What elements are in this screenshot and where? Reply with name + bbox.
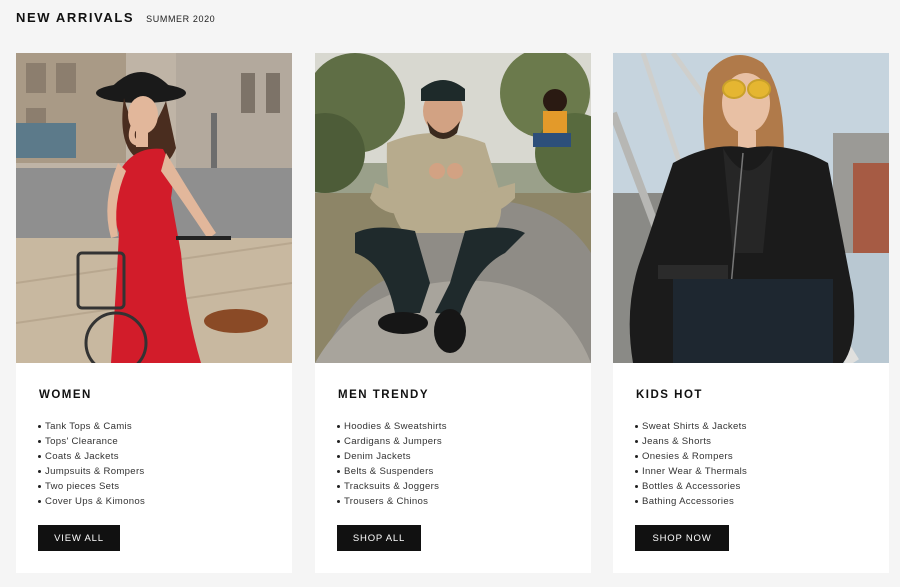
bullet-icon <box>635 485 638 488</box>
list-item[interactable]: Inner Wear & Thermals <box>635 464 747 479</box>
kids-photo-image <box>613 53 889 363</box>
card-heading: MEN TRENDY <box>338 389 430 401</box>
list-item[interactable]: Tank Tops & Camis <box>38 419 145 434</box>
list-item[interactable]: Two pieces Sets <box>38 479 145 494</box>
list-item[interactable]: Onesies & Rompers <box>635 449 747 464</box>
bullet-icon <box>635 425 638 428</box>
list-item-label[interactable]: Trousers & Chinos <box>344 494 428 509</box>
bullet-icon <box>635 470 638 473</box>
list-item[interactable]: Belts & Suspenders <box>337 464 447 479</box>
list-item-label[interactable]: Sweat Shirts & Jackets <box>642 419 747 434</box>
list-item-label[interactable]: Hoodies & Sweatshirts <box>344 419 447 434</box>
list-item-label[interactable]: Tops' Clearance <box>45 434 118 449</box>
list-item[interactable]: Jeans & Shorts <box>635 434 747 449</box>
bullet-icon <box>38 485 41 488</box>
list-item-label[interactable]: Cover Ups & Kimonos <box>45 494 145 509</box>
list-item[interactable]: Coats & Jackets <box>38 449 145 464</box>
list-item[interactable]: Cover Ups & Kimonos <box>38 494 145 509</box>
list-item-label[interactable]: Two pieces Sets <box>45 479 119 494</box>
view-all-button[interactable]: VIEW ALL <box>38 525 120 551</box>
list-item[interactable]: Cardigans & Jumpers <box>337 434 447 449</box>
bullet-icon <box>337 485 340 488</box>
men-photo[interactable] <box>315 53 591 363</box>
list-item[interactable]: Denim Jackets <box>337 449 447 464</box>
bullet-icon <box>337 455 340 458</box>
list-item-label[interactable]: Tracksuits & Joggers <box>344 479 439 494</box>
list-item[interactable]: Trousers & Chinos <box>337 494 447 509</box>
bullet-icon <box>635 455 638 458</box>
list-item[interactable]: Bathing Accessories <box>635 494 747 509</box>
list-item-label[interactable]: Tank Tops & Camis <box>45 419 132 434</box>
list-item[interactable]: Tracksuits & Joggers <box>337 479 447 494</box>
bullet-icon <box>337 425 340 428</box>
shop-all-button[interactable]: SHOP ALL <box>337 525 421 551</box>
women-photo-image <box>16 53 292 363</box>
bullet-icon <box>635 500 638 503</box>
category-card-women: WOMEN Tank Tops & Camis Tops' Clearance … <box>16 53 292 573</box>
list-item-label[interactable]: Jeans & Shorts <box>642 434 711 449</box>
bullet-icon <box>38 455 41 458</box>
category-card-men: MEN TRENDY Hoodies & Sweatshirts Cardiga… <box>315 53 591 573</box>
bullet-icon <box>337 470 340 473</box>
category-card-kids: KIDS HOT Sweat Shirts & Jackets Jeans & … <box>613 53 889 573</box>
kids-photo[interactable] <box>613 53 889 363</box>
bullet-icon <box>38 425 41 428</box>
list-item-label[interactable]: Bathing Accessories <box>642 494 734 509</box>
section-title: NEW ARRIVALS <box>16 10 135 25</box>
category-list: Sweat Shirts & Jackets Jeans & Shorts On… <box>635 419 747 509</box>
list-item-label[interactable]: Cardigans & Jumpers <box>344 434 442 449</box>
list-item[interactable]: Hoodies & Sweatshirts <box>337 419 447 434</box>
section-subtitle: SUMMER 2020 <box>146 14 216 24</box>
list-item-label[interactable]: Jumpsuits & Rompers <box>45 464 145 479</box>
card-heading: WOMEN <box>39 389 92 401</box>
women-photo[interactable] <box>16 53 292 363</box>
category-list: Hoodies & Sweatshirts Cardigans & Jumper… <box>337 419 447 509</box>
list-item[interactable]: Jumpsuits & Rompers <box>38 464 145 479</box>
list-item[interactable]: Sweat Shirts & Jackets <box>635 419 747 434</box>
list-item-label[interactable]: Denim Jackets <box>344 449 411 464</box>
shop-now-button[interactable]: SHOP NOW <box>635 525 729 551</box>
list-item-label[interactable]: Coats & Jackets <box>45 449 119 464</box>
bullet-icon <box>337 500 340 503</box>
section-header: NEW ARRIVALS SUMMER 2020 <box>16 10 215 30</box>
bullet-icon <box>337 440 340 443</box>
list-item-label[interactable]: Belts & Suspenders <box>344 464 434 479</box>
men-photo-image <box>315 53 591 363</box>
bullet-icon <box>635 440 638 443</box>
bullet-icon <box>38 470 41 473</box>
category-list: Tank Tops & Camis Tops' Clearance Coats … <box>38 419 145 509</box>
list-item-label[interactable]: Bottles & Accessories <box>642 479 741 494</box>
bullet-icon <box>38 500 41 503</box>
list-item[interactable]: Tops' Clearance <box>38 434 145 449</box>
list-item-label[interactable]: Onesies & Rompers <box>642 449 733 464</box>
card-heading: KIDS HOT <box>636 389 703 401</box>
bullet-icon <box>38 440 41 443</box>
list-item[interactable]: Bottles & Accessories <box>635 479 747 494</box>
list-item-label[interactable]: Inner Wear & Thermals <box>642 464 747 479</box>
